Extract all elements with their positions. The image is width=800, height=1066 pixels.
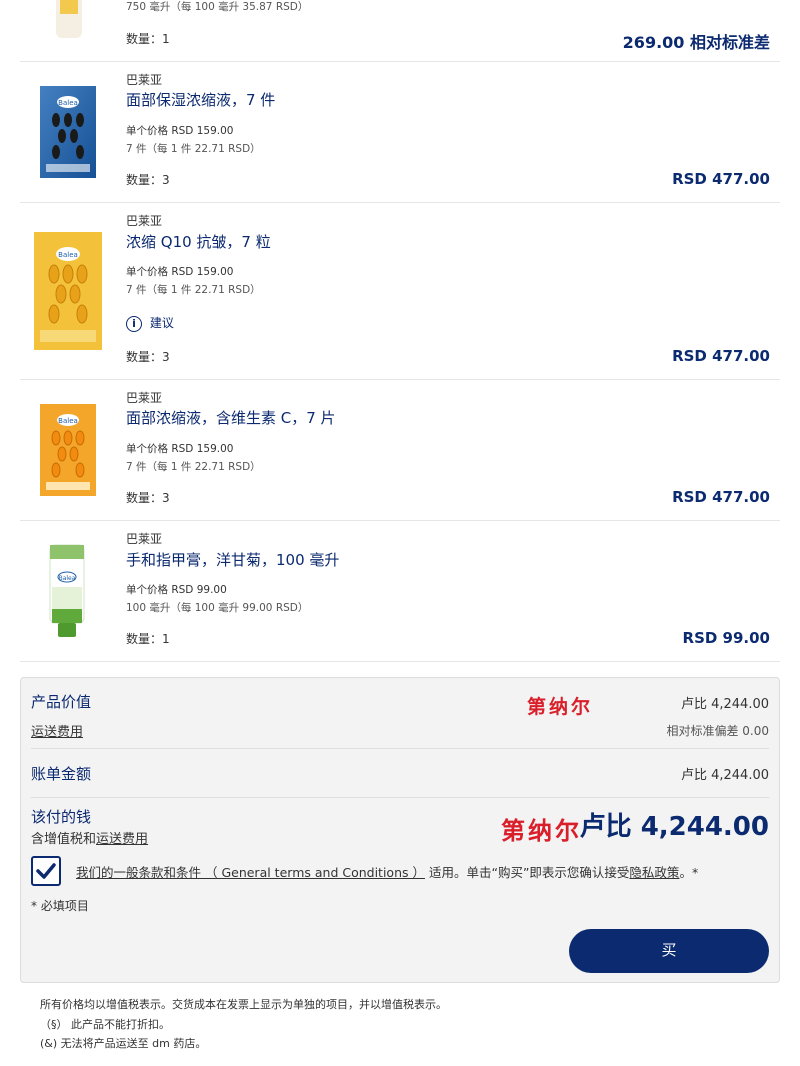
terms-middle: 适用。单击“购买”即表示您确认接受 xyxy=(428,865,630,880)
line-total: RSD 477.00 xyxy=(672,170,770,188)
product-name[interactable]: 面部保湿浓缩液，7 件 xyxy=(126,89,275,110)
product-name[interactable]: 手和指甲膏，洋甘菊，100 毫升 xyxy=(126,549,339,570)
svg-text:Balea: Balea xyxy=(59,575,76,582)
product-image[interactable]: Balea xyxy=(32,230,104,354)
svg-text:Balea: Balea xyxy=(58,251,78,259)
terms-checkbox[interactable] xyxy=(31,856,61,886)
per-unit-price: 100 毫升（每 100 毫升 99.00 RSD） xyxy=(126,602,309,614)
svg-text:Balea: Balea xyxy=(58,99,78,107)
line-total: RSD 477.00 xyxy=(672,488,770,506)
terms-link[interactable]: 我们的一般条款和条件 （ General terms and Condition… xyxy=(76,865,425,880)
required-fields-note: * 必填项目 xyxy=(31,899,89,913)
product-name[interactable]: 浓缩 Q10 抗皱，7 粒 xyxy=(126,231,271,252)
buy-button[interactable]: 买 xyxy=(569,929,769,973)
amount-due-label: 该付的钱 xyxy=(31,808,92,826)
quantity[interactable]: 数量：3 xyxy=(126,171,170,188)
brand-name: 巴莱亚 xyxy=(126,391,163,405)
footer-note: （§） 此产品不能打折扣。 xyxy=(40,1018,170,1031)
line-total: RSD 99.00 xyxy=(682,629,770,647)
product-value-label: 产品价值 xyxy=(31,693,92,711)
product-value: 卢比 4,244.00 xyxy=(680,697,769,712)
cart-item: Balea 巴莱亚 手和指甲膏，洋甘菊，100 毫升 单个价格 RSD 99.0… xyxy=(20,521,780,662)
line-total: 269.00 相对标准差 xyxy=(622,33,770,52)
privacy-policy-link[interactable]: 隐私政策 xyxy=(629,865,679,880)
unit-price: 单个价格 RSD 159.00 xyxy=(126,443,234,455)
per-unit-price: 7 件（每 1 件 22.71 RSD） xyxy=(126,143,261,155)
shipping-cost-link[interactable]: 运送费用 xyxy=(96,832,148,847)
cart-item: 750 毫升（每 100 毫升 35.87 RSD） 数量：1 269.00 相… xyxy=(20,0,780,62)
advice-label: 建议 xyxy=(149,316,174,330)
product-image[interactable]: Balea xyxy=(38,84,118,184)
info-icon: i xyxy=(126,315,142,332)
product-image[interactable] xyxy=(48,0,108,40)
divider xyxy=(31,797,769,798)
product-name[interactable]: 面部浓缩液，含维生素 C，7 片 xyxy=(126,407,336,428)
quantity[interactable]: 数量：3 xyxy=(126,489,170,506)
per-unit-price: 7 件（每 1 件 22.71 RSD） xyxy=(126,461,261,473)
shipping-cost-link[interactable]: 运送费用 xyxy=(31,721,83,740)
footer-note: 所有价格均以增值税表示。交货成本在发票上显示为单独的项目，并以增值税表示。 xyxy=(40,998,447,1011)
cart-item: Balea 巴莱亚 面部浓缩液，含维生素 C，7 片 单个价格 RSD 159.… xyxy=(20,380,780,521)
cart-item: Balea 巴莱亚 浓缩 Q10 抗皱，7 粒 单个价格 RSD 159.00 … xyxy=(20,203,780,380)
product-image[interactable]: Balea xyxy=(38,402,118,502)
unit-price: 单个价格 RSD 159.00 xyxy=(126,266,234,278)
shipping-cost-value: 相对标准偏差 0.00 xyxy=(666,724,769,738)
footer-note: (&) 无法将产品运送至 dm 药店。 xyxy=(40,1037,207,1050)
quantity[interactable]: 数量：1 xyxy=(126,630,170,647)
grand-total: 卢比 4,244.00 xyxy=(579,812,769,842)
unit-price: 单个价格 RSD 159.00 xyxy=(126,125,234,137)
terms-end: 。* xyxy=(679,865,699,880)
advice-link[interactable]: i 建议 xyxy=(126,314,174,332)
vat-note-prefix: 含增值税和 xyxy=(31,832,97,847)
vat-note: 含增值税和运送费用 xyxy=(31,828,148,847)
brand-name: 巴莱亚 xyxy=(126,532,163,546)
order-summary: 产品价值 第纳尔 卢比 4,244.00 运送费用 相对标准偏差 0.00 账单… xyxy=(20,677,780,983)
line-total: RSD 477.00 xyxy=(672,347,770,365)
invoice-amount: 卢比 4,244.00 xyxy=(680,768,769,783)
product-image[interactable]: Balea xyxy=(38,543,118,643)
terms-text: 我们的一般条款和条件 （ General terms and Condition… xyxy=(76,862,698,881)
currency-stamp: 第纳尔 xyxy=(501,816,582,845)
quantity[interactable]: 数量：1 xyxy=(126,30,170,47)
invoice-amount-label: 账单金额 xyxy=(31,765,92,783)
brand-name: 巴莱亚 xyxy=(126,214,163,228)
cart-item: Balea 巴莱亚 面部保湿浓缩液，7 件 单个价格 RSD 159.00 7 … xyxy=(20,62,780,203)
quantity[interactable]: 数量：3 xyxy=(126,348,170,365)
unit-price: 单个价格 RSD 99.00 xyxy=(126,584,227,596)
brand-name: 巴莱亚 xyxy=(126,73,163,87)
per-unit-price: 7 件（每 1 件 22.71 RSD） xyxy=(126,284,261,296)
svg-text:Balea: Balea xyxy=(58,417,78,425)
per-unit-price: 750 毫升（每 100 毫升 35.87 RSD） xyxy=(126,1,309,13)
checkmark-icon xyxy=(36,863,56,879)
currency-stamp: 第纳尔 xyxy=(527,696,594,718)
divider xyxy=(31,748,769,749)
